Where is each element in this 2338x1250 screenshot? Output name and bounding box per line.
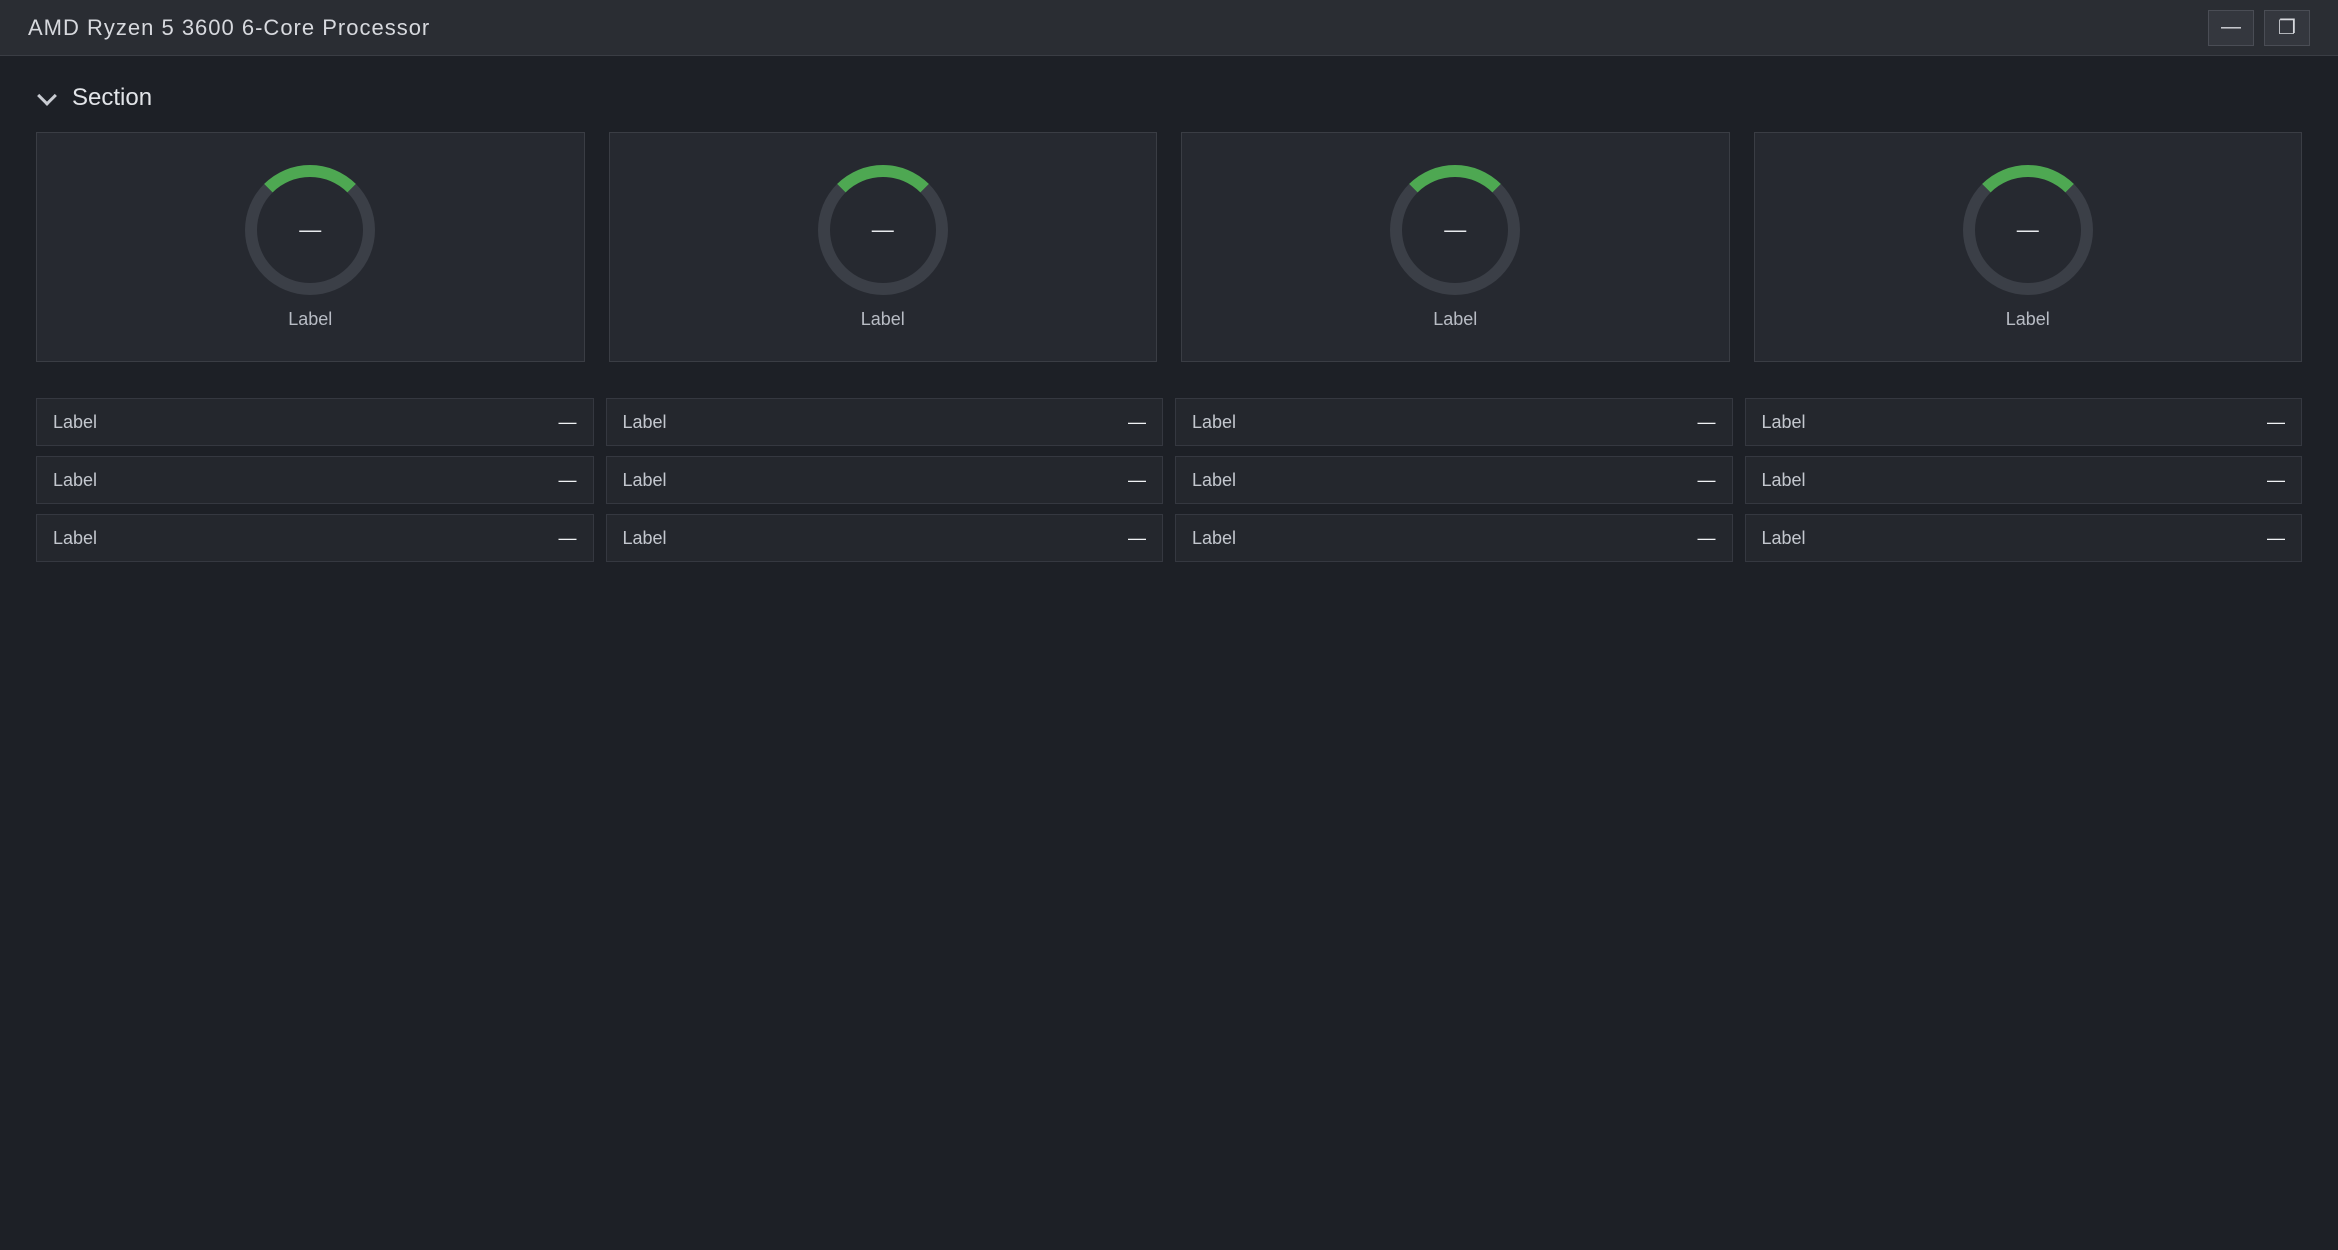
setting-label: Label — [622, 411, 667, 432]
setting-cell[interactable]: Label — — [36, 456, 594, 504]
setting-label: Label — [1761, 469, 1806, 490]
setting-label: Label — [53, 411, 98, 432]
gauge-card: — Label — [1181, 132, 1730, 362]
settings-row: Label — Label — Label — Label — — [36, 514, 2302, 562]
setting-value: — — [558, 411, 577, 432]
setting-cell[interactable]: Label — — [1175, 514, 1733, 562]
setting-cell[interactable]: Label — — [1175, 456, 1733, 504]
setting-value: — — [558, 469, 577, 490]
setting-value: — — [1697, 469, 1716, 490]
gauge-row: — Label — Label — Label — Label — [36, 132, 2302, 362]
setting-value: — — [1697, 527, 1716, 548]
settings-row: Label — Label — Label — Label — — [36, 456, 2302, 504]
gauge-ring: — — [817, 164, 948, 295]
setting-label: Label — [1192, 469, 1237, 490]
setting-cell[interactable]: Label — — [605, 456, 1163, 504]
gauge-card: — Label — [608, 132, 1157, 362]
gauge-card: — Label — [1753, 132, 2302, 362]
gauge-value: — — [871, 216, 894, 242]
section-title: Section — [72, 84, 153, 111]
gauge-ring: — — [1390, 164, 1521, 295]
gauge-label: Label — [2005, 308, 2050, 329]
setting-cell[interactable]: Label — — [1744, 398, 2302, 446]
setting-value: — — [558, 527, 577, 548]
gauge-label: Label — [288, 308, 333, 329]
setting-cell[interactable]: Label — — [36, 398, 594, 446]
setting-value: — — [2267, 527, 2285, 548]
gauge-ring: — — [245, 164, 376, 295]
settings-row: Label — Label — Label — Label — — [36, 398, 2302, 446]
chevron-down-icon — [36, 87, 58, 109]
window-controls: — ❐ — [2208, 9, 2310, 46]
gauge-value: — — [1444, 216, 1467, 242]
setting-value: — — [1128, 469, 1146, 490]
setting-value: — — [1697, 411, 1716, 432]
setting-label: Label — [1761, 411, 1806, 432]
setting-value: — — [2267, 411, 2285, 432]
setting-label: Label — [53, 469, 98, 490]
gauge-label: Label — [860, 308, 905, 329]
setting-label: Label — [622, 469, 667, 490]
minimize-icon: — — [2221, 16, 2241, 38]
section-header[interactable]: Section — [36, 84, 2302, 112]
gauge-label: Label — [1433, 308, 1478, 329]
setting-cell[interactable]: Label — — [605, 514, 1163, 562]
setting-label: Label — [1761, 527, 1806, 548]
setting-value: — — [2267, 469, 2285, 490]
window-title: AMD Ryzen 5 3600 6-Core Processor — [28, 14, 431, 40]
setting-label: Label — [1192, 527, 1237, 548]
setting-cell[interactable]: Label — — [1175, 398, 1733, 446]
restore-icon: ❐ — [2278, 17, 2296, 39]
main-content: Section — Label — Label — Label — Label — [0, 56, 2338, 590]
minimize-button[interactable]: — — [2208, 9, 2254, 46]
setting-value: — — [1128, 411, 1146, 432]
gauge-ring: — — [1962, 164, 2093, 295]
setting-cell[interactable]: Label — — [1744, 456, 2302, 504]
setting-cell[interactable]: Label — — [605, 398, 1163, 446]
gauge-value: — — [2016, 216, 2039, 242]
setting-value: — — [1128, 527, 1146, 548]
setting-label: Label — [53, 527, 98, 548]
setting-label: Label — [622, 527, 667, 548]
setting-label: Label — [1192, 411, 1237, 432]
gauge-card: — Label — [36, 132, 585, 362]
setting-cell[interactable]: Label — — [36, 514, 594, 562]
setting-cell[interactable]: Label — — [1744, 514, 2302, 562]
settings-grid: Label — Label — Label — Label — Label — — [36, 398, 2302, 562]
gauge-value: — — [299, 216, 322, 242]
title-bar: AMD Ryzen 5 3600 6-Core Processor — ❐ — [0, 0, 2338, 56]
restore-button[interactable]: ❐ — [2264, 9, 2310, 46]
